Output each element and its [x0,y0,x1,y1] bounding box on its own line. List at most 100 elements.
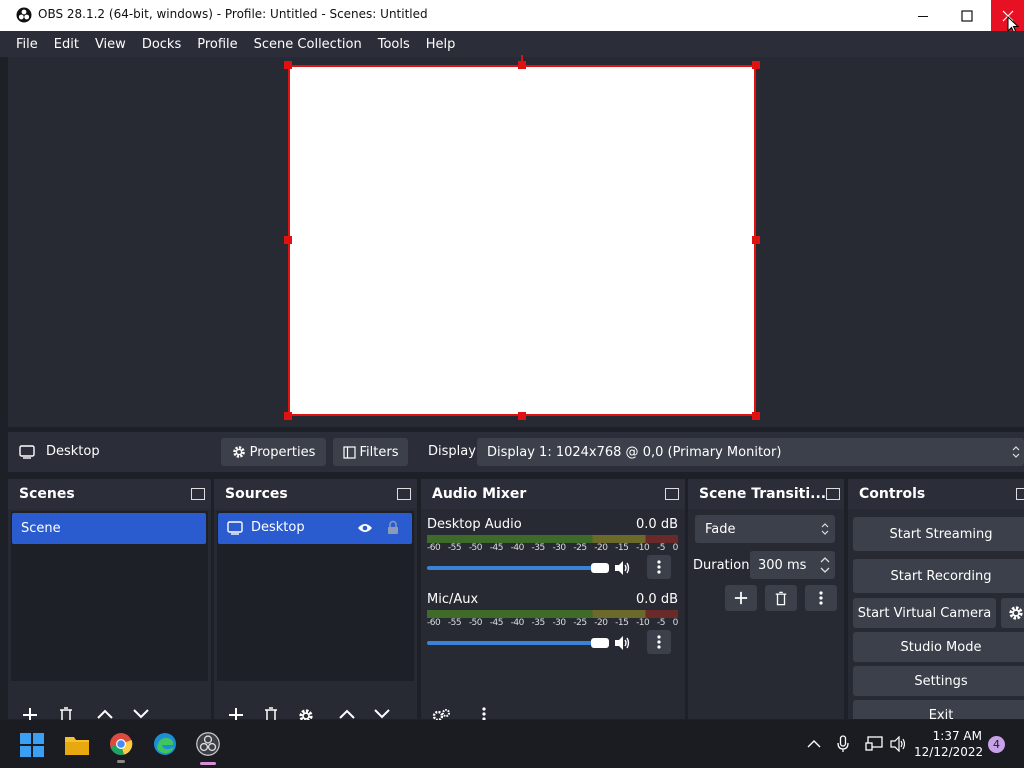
move-scene-up-button[interactable] [97,709,113,719]
spin-arrows-icon [821,523,829,535]
resize-handle-bottom-right[interactable] [752,412,760,420]
sources-dock: Sources Desktop [214,479,417,723]
source-item[interactable]: Desktop [218,513,412,544]
virtual-camera-settings-button[interactable] [1001,598,1024,628]
chevron-down-icon [374,709,390,719]
move-source-up-button[interactable] [339,709,355,719]
resize-handle-bottom[interactable] [518,412,526,420]
remove-transition-button[interactable] [765,585,797,611]
resize-handle-right[interactable] [752,236,760,244]
add-transition-button[interactable] [725,585,757,611]
meter-ticks: -60 -55 -50 -45 -40 -35 -30 -25 -20 -15 -10 -5 0 [427,543,678,553]
display-label: Display [428,444,476,459]
menu-view[interactable]: View [87,37,134,52]
undock-icon[interactable] [826,488,840,500]
duration-value: 300 ms [758,557,807,573]
clock-time[interactable]: 1:37 AM [920,729,982,743]
scene-transitions-dock: Scene Transiti... Fade Duration 300 ms [688,479,844,719]
audio-mixer-title: Audio Mixer [432,486,527,502]
file-explorer-icon[interactable] [64,734,90,756]
move-source-down-button[interactable] [374,709,390,719]
source-toolbar: Desktop Properties Filters Display Displ… [8,432,1024,472]
menu-docks[interactable]: Docks [134,37,189,52]
lock-icon[interactable] [387,520,399,535]
volume-meter [427,535,678,543]
transition-properties-button[interactable] [805,585,837,611]
undock-icon[interactable] [1016,488,1024,500]
move-scene-down-button[interactable] [133,709,149,719]
studio-mode-button[interactable]: Studio Mode [853,632,1024,662]
volume-meter [427,610,678,618]
channel-menu-button[interactable] [647,555,671,579]
properties-button[interactable]: Properties [221,438,326,466]
source-item-label: Desktop [251,520,305,535]
exit-button[interactable]: Exit [853,700,1024,719]
settings-button[interactable]: Settings [853,666,1024,696]
undock-icon[interactable] [665,488,679,500]
display-select-value: Display 1: 1024x768 @ 0,0 (Primary Monit… [487,444,782,460]
kebab-menu-icon [657,560,661,574]
start-streaming-button[interactable]: Start Streaming [853,517,1024,551]
clock-date[interactable]: 12/12/2022 [914,745,983,759]
minimize-button[interactable] [900,0,946,31]
channel-name: Desktop Audio [427,517,522,532]
menu-profile[interactable]: Profile [189,37,245,52]
volume-icon[interactable] [890,736,908,752]
speaker-icon[interactable] [614,560,632,576]
display-select[interactable]: Display 1: 1024x768 @ 0,0 (Primary Monit… [477,438,1024,466]
obs-taskbar-icon[interactable] [196,732,220,756]
notification-badge[interactable]: 4 [988,736,1005,753]
menu-help[interactable]: Help [418,37,464,52]
undock-icon[interactable] [191,488,205,500]
resize-handle-bottom-left[interactable] [284,412,292,420]
resize-handle-top[interactable] [518,61,526,69]
preview-canvas[interactable] [288,65,756,416]
eye-icon[interactable] [357,522,373,534]
resize-handle-left[interactable] [284,236,292,244]
stepper-arrows-icon[interactable] [820,555,830,575]
display-source-icon [227,521,243,535]
volume-slider-knob[interactable] [591,563,609,573]
sources-title: Sources [225,486,288,502]
scene-item[interactable]: Scene [12,513,206,544]
volume-slider-knob[interactable] [591,638,609,648]
maximize-button[interactable] [944,0,990,31]
scenes-list: Scene [11,511,208,681]
windows-start-icon[interactable] [20,733,44,757]
undock-icon[interactable] [397,488,411,500]
title-bar: OBS 28.1.2 (64-bit, windows) - Profile: … [0,0,1024,34]
menu-edit[interactable]: Edit [46,37,87,52]
resize-handle-top-right[interactable] [752,61,760,69]
menu-tools[interactable]: Tools [370,37,418,52]
edge-icon[interactable] [153,732,177,756]
volume-slider[interactable] [427,566,607,570]
channel-db: 0.0 dB [636,592,678,607]
channel-menu-button[interactable] [647,630,671,654]
chevron-down-icon [133,709,149,719]
resize-handle-top-left[interactable] [284,61,292,69]
filters-button[interactable]: Filters [333,438,408,466]
chevron-up-icon [807,740,821,748]
maximize-icon [961,9,973,22]
taskbar-running-indicator [117,760,125,763]
scenes-dock: Scenes Scene [8,479,211,723]
volume-slider[interactable] [427,641,607,645]
show-hidden-icons-button[interactable] [807,739,821,749]
channel-db: 0.0 dB [636,517,678,532]
microphone-icon[interactable] [837,735,849,753]
menu-file[interactable]: File [8,37,46,52]
chrome-icon[interactable] [109,732,133,756]
network-icon[interactable] [865,736,883,752]
sources-header: Sources [214,479,417,509]
controls-header: Controls [848,479,1024,509]
menu-scene-collection[interactable]: Scene Collection [246,37,370,52]
mixer-menu-button[interactable] [482,707,486,721]
transition-select[interactable]: Fade [695,515,835,543]
start-recording-button[interactable]: Start Recording [853,559,1024,593]
transition-select-value: Fade [705,521,736,537]
duration-input[interactable]: 300 ms [750,551,835,579]
chevron-up-icon [97,709,113,719]
speaker-icon[interactable] [614,635,632,651]
start-virtual-camera-button[interactable]: Start Virtual Camera [853,598,996,628]
audio-mixer-dock: Audio Mixer Desktop Audio 0.0 dB -60 -55-… [421,479,685,722]
